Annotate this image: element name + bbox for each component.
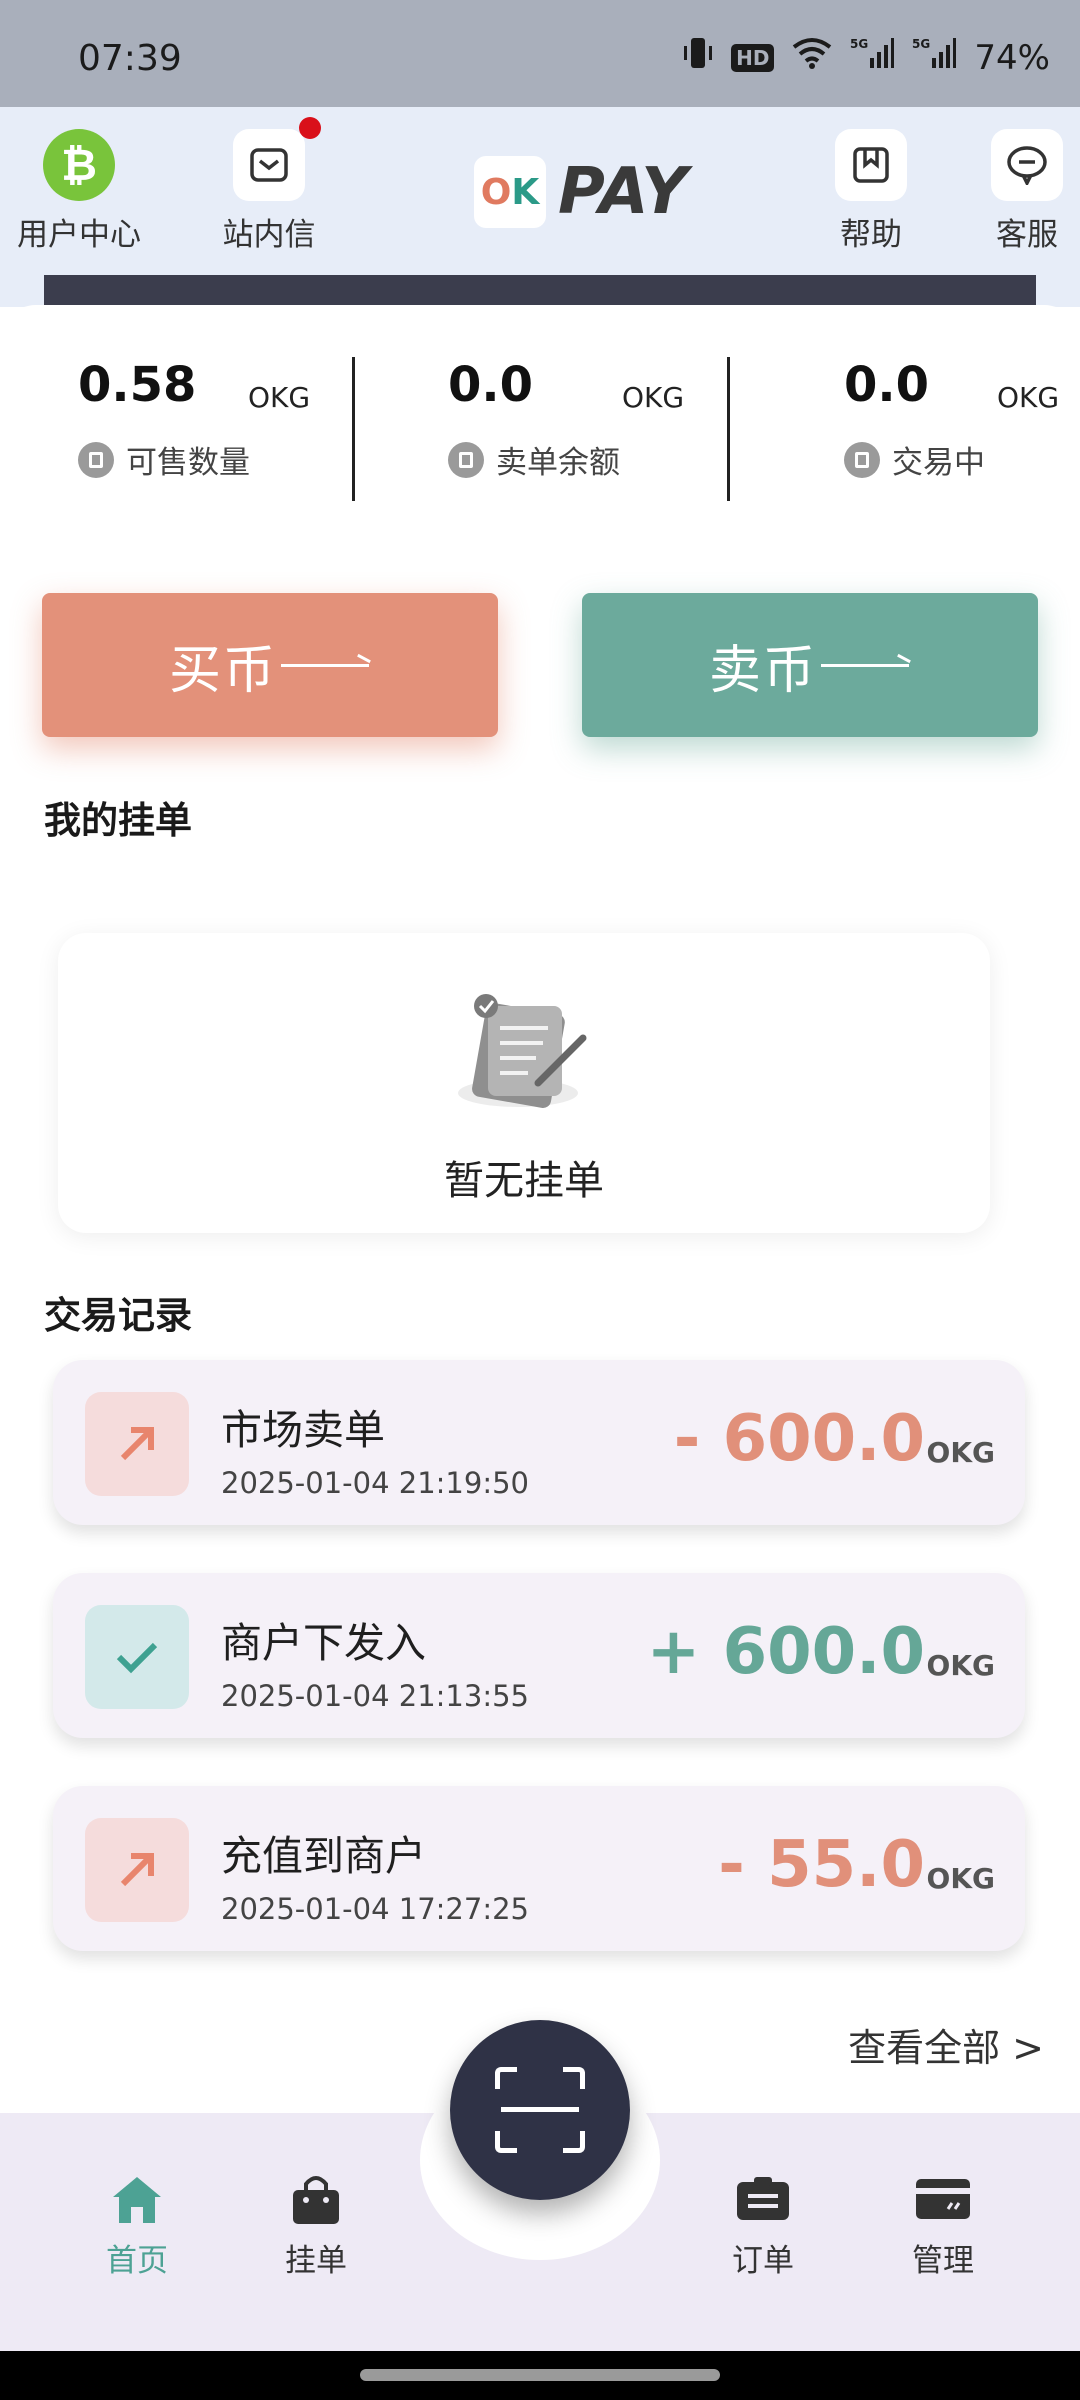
arrow-up-right-icon: [85, 1392, 189, 1496]
record-amount: - 55.0: [718, 1828, 925, 1902]
record-unit: OKG: [926, 1862, 995, 1895]
nav-orders-label: 订单: [732, 2243, 794, 2279]
chat-icon: [991, 129, 1063, 201]
user-center-button[interactable]: ₿ 用户中心: [9, 129, 149, 254]
stat-in-trade: 0.0 OKG 交易中: [844, 357, 1080, 482]
document-icon: [448, 441, 484, 478]
main-content: 0.58 OKG 可售数量 0.0 OKG 卖单余额 0.0 OKG 交易中 买…: [0, 305, 1080, 2125]
customer-service-button[interactable]: 客服: [957, 129, 1080, 254]
nav-orders[interactable]: 订单: [693, 2173, 833, 2280]
stat-value: 0.58: [78, 357, 197, 413]
scan-button[interactable]: [450, 2020, 630, 2200]
stat-sell-balance: 0.0 OKG 卖单余额: [448, 357, 748, 482]
stat-unit: OKG: [997, 381, 1060, 414]
divider: [727, 357, 730, 501]
credit-card-icon: [914, 2173, 972, 2225]
nav-home[interactable]: 首页: [67, 2173, 207, 2280]
coin-icon: [78, 441, 114, 478]
okpay-logo-icon: OK: [474, 156, 546, 228]
hd-badge: HD: [731, 43, 775, 72]
record-title: 商户下发入: [221, 1619, 426, 1667]
status-icons: HD 5G 5G 74%: [683, 36, 1050, 79]
home-indicator[interactable]: [360, 2369, 720, 2381]
wifi-icon: [792, 37, 832, 78]
vibrate-icon: [683, 36, 713, 79]
mail-icon: [233, 117, 321, 201]
inbox-label: 站内信: [222, 217, 316, 253]
empty-orders-text: 暂无挂单: [444, 1158, 604, 1204]
record-unit: OKG: [926, 1436, 995, 1469]
inbox-button[interactable]: 站内信: [199, 117, 339, 254]
gesture-bar: [0, 2351, 1080, 2400]
user-center-label: 用户中心: [17, 217, 141, 253]
record-amount: + 600.0: [646, 1615, 925, 1689]
arrow-up-right-icon: [85, 1818, 189, 1922]
view-all-link[interactable]: 查看全部 >: [848, 2017, 1044, 2072]
record-time: 2025-01-04 21:13:55: [221, 1679, 529, 1713]
help-label: 帮助: [840, 217, 902, 253]
bookmark-icon: [835, 129, 907, 201]
scan-icon: [495, 2067, 585, 2153]
stat-value: 0.0: [844, 357, 930, 413]
nav-manage[interactable]: 管理: [873, 2173, 1013, 2280]
nav-listings[interactable]: 挂单: [246, 2173, 386, 2280]
record-amount: - 600.0: [673, 1402, 925, 1476]
empty-document-icon: [448, 988, 598, 1118]
svg-text:5G: 5G: [912, 37, 930, 51]
transaction-record[interactable]: 市场卖单 2025-01-04 21:19:50 - 600.0 OKG: [53, 1360, 1025, 1525]
clipboard-icon: [734, 2173, 792, 2225]
balance-stats: 0.58 OKG 可售数量 0.0 OKG 卖单余额 0.0 OKG 交易中: [0, 357, 1080, 507]
transaction-record[interactable]: 充值到商户 2025-01-04 17:27:25 - 55.0 OKG: [53, 1786, 1025, 1951]
svg-text:5G: 5G: [850, 37, 868, 51]
stat-unit: OKG: [248, 381, 311, 414]
unread-dot: [299, 117, 321, 139]
arrow-right-icon: [821, 655, 911, 675]
service-label: 客服: [996, 217, 1058, 253]
nav-listings-label: 挂单: [285, 2243, 347, 2279]
sell-coin-button[interactable]: 卖币: [582, 593, 1038, 737]
empty-orders-card: 暂无挂单: [58, 933, 990, 1233]
divider: [352, 357, 355, 501]
record-unit: OKG: [926, 1649, 995, 1682]
checkmark-icon: [85, 1605, 189, 1709]
records-title: 交易记录: [44, 1294, 192, 1337]
logo-text: PAY: [558, 155, 688, 229]
record-time: 2025-01-04 21:19:50: [221, 1466, 529, 1500]
signal-icon-2: 5G: [912, 36, 957, 79]
status-time: 07:39: [78, 38, 182, 79]
stat-label: 卖单余额: [496, 445, 620, 481]
record-title: 充值到商户: [221, 1832, 426, 1880]
home-icon: [108, 2173, 166, 2225]
nav-manage-label: 管理: [912, 2243, 974, 2279]
status-bar: 07:39 HD 5G 5G 74%: [0, 0, 1080, 107]
stat-available: 0.58 OKG 可售数量: [78, 357, 378, 482]
nav-home-label: 首页: [106, 2243, 168, 2279]
my-orders-title: 我的挂单: [44, 799, 192, 842]
stat-label: 交易中: [892, 445, 985, 481]
record-time: 2025-01-04 17:27:25: [221, 1892, 529, 1926]
app-logo: OK PAY: [474, 155, 688, 229]
buy-coin-button[interactable]: 买币: [42, 593, 498, 737]
stat-value: 0.0: [448, 357, 534, 413]
help-button[interactable]: 帮助: [801, 129, 941, 254]
record-title: 市场卖单: [221, 1406, 385, 1454]
shopping-bag-icon: [287, 2173, 345, 2225]
stat-label: 可售数量: [126, 445, 250, 481]
signal-icon-1: 5G: [850, 36, 895, 79]
arrow-right-icon: [281, 655, 371, 675]
battery-percent: 74%: [974, 37, 1050, 78]
wallet-icon: [844, 441, 880, 478]
bitcoin-icon: ₿: [43, 129, 115, 201]
transaction-record[interactable]: 商户下发入 2025-01-04 21:13:55 + 600.0 OKG: [53, 1573, 1025, 1738]
stat-unit: OKG: [622, 381, 685, 414]
